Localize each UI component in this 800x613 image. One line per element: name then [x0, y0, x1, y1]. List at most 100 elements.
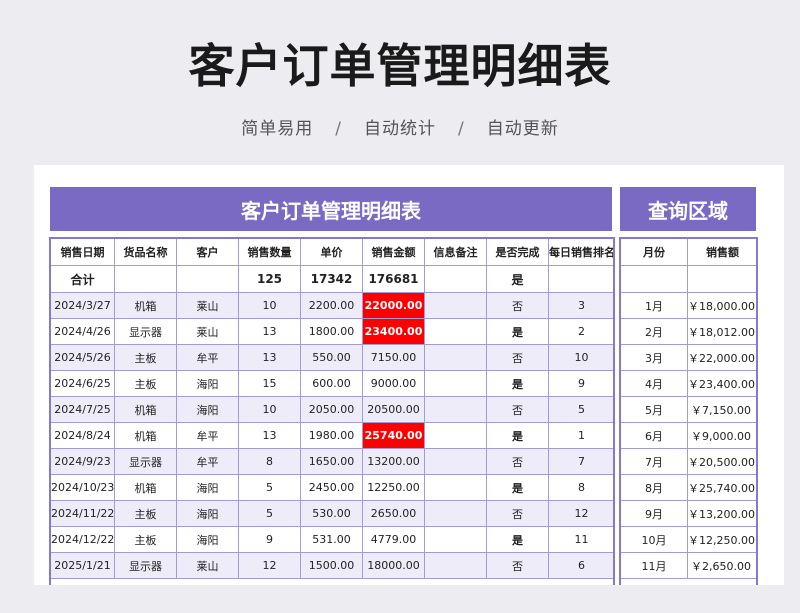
sales-cell[interactable]: ￥22,000.00 — [687, 344, 758, 371]
sale-amount-cell[interactable]: 18000.00 — [362, 552, 425, 579]
customer-cell[interactable]: 海阳 — [176, 526, 239, 553]
daily-rank-cell[interactable]: 9 — [548, 370, 615, 397]
unit-price-cell[interactable]: 2450.00 — [300, 474, 363, 501]
sale-date-cell[interactable]: 2024/12/22 — [50, 526, 115, 553]
done-flag-cell[interactable]: 否 — [486, 396, 549, 423]
sale-amount-cell[interactable]: 23400.00 — [362, 318, 425, 345]
table-cell[interactable] — [176, 265, 239, 293]
column-header[interactable]: 每日销售排名 — [548, 238, 615, 266]
table-cell[interactable] — [424, 265, 487, 293]
item-name-cell[interactable]: 主板 — [114, 344, 177, 371]
table-cell[interactable] — [548, 265, 615, 293]
sale-amount-cell[interactable]: 25740.00 — [362, 422, 425, 449]
daily-rank-cell[interactable]: 12 — [548, 500, 615, 527]
done-flag-cell[interactable]: 否 — [486, 448, 549, 475]
sale-date-cell[interactable]: 2024/10/23 — [50, 474, 115, 501]
total-label[interactable]: 合计 — [50, 265, 115, 293]
column-header[interactable]: 单价 — [300, 238, 363, 266]
month-cell[interactable]: 11月 — [620, 552, 688, 579]
item-name-cell[interactable]: 机箱 — [114, 422, 177, 449]
column-header[interactable]: 信息备注 — [424, 238, 487, 266]
customer-cell[interactable]: 牟平 — [176, 422, 239, 449]
month-cell[interactable]: 3月 — [620, 344, 688, 371]
unit-price-cell[interactable]: 530.00 — [300, 500, 363, 527]
sales-cell[interactable]: ￥7,150.00 — [687, 396, 758, 423]
done-flag-cell[interactable]: 否 — [486, 344, 549, 371]
month-cell[interactable]: 5月 — [620, 396, 688, 423]
item-name-cell[interactable]: 显示器 — [114, 552, 177, 579]
sale-date-cell[interactable]: 2024/8/24 — [50, 422, 115, 449]
note-cell[interactable] — [424, 370, 487, 397]
note-cell[interactable] — [424, 474, 487, 501]
total-done[interactable]: 是 — [486, 265, 549, 293]
customer-cell[interactable]: 莱山 — [176, 292, 239, 319]
month-cell[interactable]: 4月 — [620, 370, 688, 397]
sales-cell[interactable]: ￥18,012.00 — [687, 318, 758, 345]
unit-price-cell[interactable]: 531.00 — [300, 526, 363, 553]
daily-rank-cell[interactable]: 3 — [548, 292, 615, 319]
sale-amount-cell[interactable]: 13200.00 — [362, 448, 425, 475]
item-name-cell[interactable]: 机箱 — [114, 292, 177, 319]
note-cell[interactable] — [424, 318, 487, 345]
column-header[interactable]: 月份 — [620, 238, 688, 266]
sale-date-cell[interactable]: 2024/11/22 — [50, 500, 115, 527]
sale-amount-cell[interactable]: 7150.00 — [362, 344, 425, 371]
column-header[interactable]: 销售数量 — [238, 238, 301, 266]
sales-cell[interactable]: ￥20,500.00 — [687, 448, 758, 475]
customer-cell[interactable]: 莱山 — [176, 318, 239, 345]
item-name-cell[interactable]: 主板 — [114, 370, 177, 397]
note-cell[interactable] — [424, 292, 487, 319]
done-flag-cell[interactable]: 否 — [486, 292, 549, 319]
customer-cell[interactable]: 莱山 — [176, 552, 239, 579]
daily-rank-cell[interactable]: 1 — [548, 422, 615, 449]
sale-amount-cell[interactable]: 12250.00 — [362, 474, 425, 501]
month-cell[interactable]: 2月 — [620, 318, 688, 345]
quantity-cell[interactable]: 5 — [238, 474, 301, 501]
month-cell[interactable]: 8月 — [620, 474, 688, 501]
unit-price-cell[interactable]: 600.00 — [300, 370, 363, 397]
quantity-cell[interactable]: 8 — [238, 448, 301, 475]
sales-cell[interactable]: ￥18,000.00 — [687, 292, 758, 319]
quantity-cell[interactable]: 15 — [238, 370, 301, 397]
customer-cell[interactable]: 牟平 — [176, 448, 239, 475]
sale-date-cell[interactable]: 2024/4/26 — [50, 318, 115, 345]
done-flag-cell[interactable]: 是 — [486, 318, 549, 345]
sale-amount-cell[interactable]: 4779.00 — [362, 526, 425, 553]
column-header[interactable]: 销售金额 — [362, 238, 425, 266]
column-header[interactable]: 销售日期 — [50, 238, 115, 266]
column-header[interactable]: 销售额 — [687, 238, 758, 266]
table-cell[interactable] — [114, 265, 177, 293]
month-cell[interactable]: 6月 — [620, 422, 688, 449]
quantity-cell[interactable]: 13 — [238, 318, 301, 345]
daily-rank-cell[interactable]: 2 — [548, 318, 615, 345]
daily-rank-cell[interactable]: 10 — [548, 344, 615, 371]
total-price[interactable]: 17342 — [300, 265, 363, 293]
done-flag-cell[interactable]: 否 — [486, 552, 549, 579]
note-cell[interactable] — [424, 526, 487, 553]
sale-date-cell[interactable]: 2024/9/23 — [50, 448, 115, 475]
unit-price-cell[interactable]: 1500.00 — [300, 552, 363, 579]
table-cell[interactable] — [620, 265, 688, 293]
sale-amount-cell[interactable]: 2650.00 — [362, 500, 425, 527]
column-header[interactable]: 客户 — [176, 238, 239, 266]
quantity-cell[interactable]: 10 — [238, 292, 301, 319]
customer-cell[interactable]: 牟平 — [176, 344, 239, 371]
sales-cell[interactable]: ￥25,740.00 — [687, 474, 758, 501]
sales-cell[interactable]: ￥13,200.00 — [687, 500, 758, 527]
customer-cell[interactable]: 海阳 — [176, 474, 239, 501]
sale-date-cell[interactable]: 2024/3/27 — [50, 292, 115, 319]
sales-cell[interactable]: ￥23,400.00 — [687, 370, 758, 397]
item-name-cell[interactable]: 主板 — [114, 500, 177, 527]
unit-price-cell[interactable]: 1650.00 — [300, 448, 363, 475]
daily-rank-cell[interactable]: 8 — [548, 474, 615, 501]
note-cell[interactable] — [424, 552, 487, 579]
sale-date-cell[interactable]: 2025/1/21 — [50, 552, 115, 579]
note-cell[interactable] — [424, 422, 487, 449]
note-cell[interactable] — [424, 396, 487, 423]
done-flag-cell[interactable]: 是 — [486, 474, 549, 501]
column-header[interactable]: 货品名称 — [114, 238, 177, 266]
sale-date-cell[interactable]: 2024/5/26 — [50, 344, 115, 371]
note-cell[interactable] — [424, 500, 487, 527]
item-name-cell[interactable]: 主板 — [114, 526, 177, 553]
sale-date-cell[interactable]: 2024/6/25 — [50, 370, 115, 397]
